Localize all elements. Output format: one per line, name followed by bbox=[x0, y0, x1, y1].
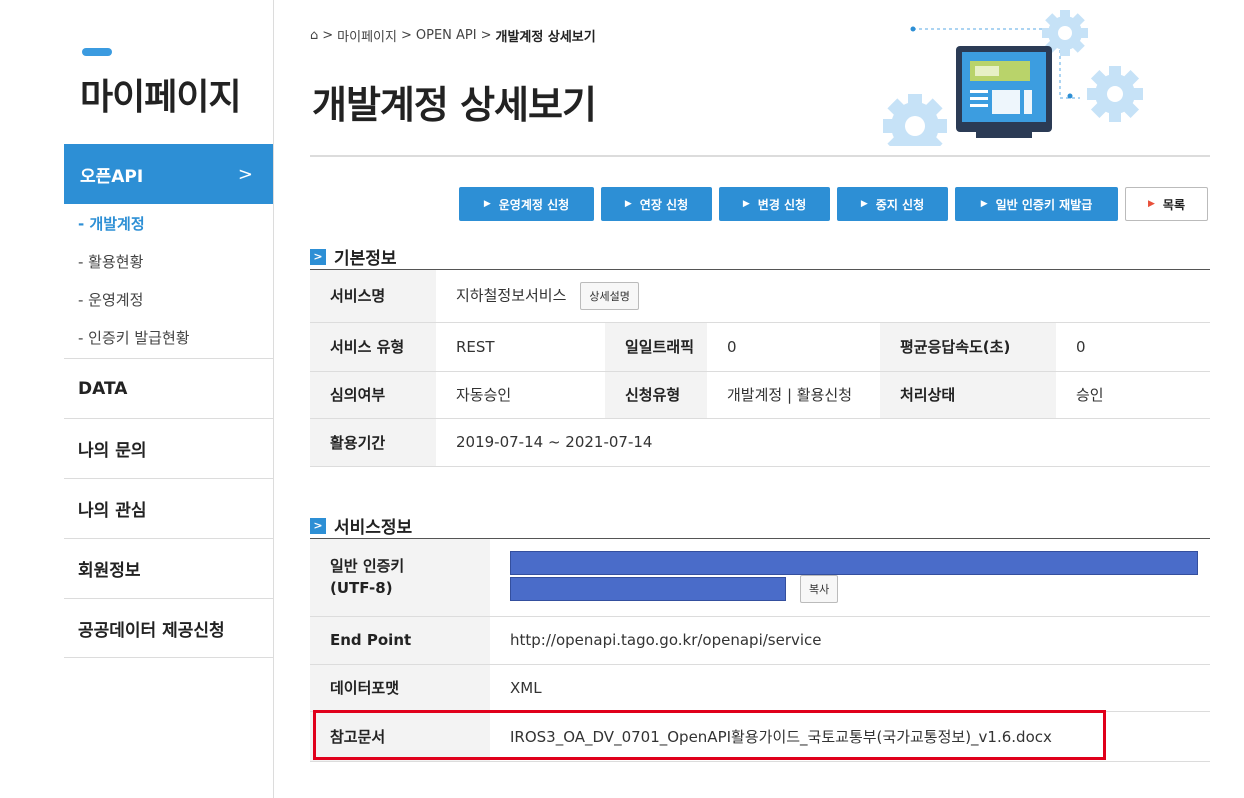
avg-response-label: 평균응답속도(초) bbox=[880, 322, 1056, 372]
section-title: 서비스정보 bbox=[334, 518, 413, 538]
button-label: 목록 bbox=[1162, 197, 1185, 212]
service-name-cell: 지하철정보서비스 상세설명 bbox=[436, 270, 1210, 323]
reissue-key-button[interactable]: ▶ 일반 인증키 재발급 bbox=[955, 187, 1118, 221]
breadcrumb-item-mypage[interactable]: 마이페이지 bbox=[337, 26, 397, 45]
header-divider bbox=[310, 155, 1210, 157]
breadcrumb-item-open-api[interactable]: OPEN API bbox=[416, 28, 477, 43]
sidebar-subitem-dev-account[interactable]: - 개발계정 bbox=[78, 213, 145, 234]
request-type-value: 개발계정 | 활용신청 bbox=[707, 371, 880, 419]
home-icon[interactable]: ⌂ bbox=[310, 28, 318, 43]
service-name-value: 지하철정보서비스 bbox=[456, 286, 567, 305]
auth-key-redacted bbox=[510, 551, 1198, 576]
endpoint-label: End Point bbox=[310, 616, 490, 665]
sidebar-item-label: 오픈API bbox=[80, 166, 144, 187]
button-label: 변경 신청 bbox=[757, 197, 807, 212]
button-label: 운영계정 신청 bbox=[498, 197, 570, 212]
chevron-right-icon: > bbox=[310, 248, 326, 265]
review-value: 자동승인 bbox=[436, 371, 605, 419]
daily-traffic-label: 일일트래픽 bbox=[605, 322, 707, 372]
table-row: End Point http://openapi.tago.go.kr/open… bbox=[310, 616, 1210, 665]
auth-key-label-line2: (UTF-8) bbox=[330, 579, 393, 598]
apply-operation-button[interactable]: ▶ 운영계정 신청 bbox=[459, 187, 594, 221]
sidebar-item-my-inquiry[interactable]: 나의 문의 bbox=[64, 418, 273, 478]
table-row: 심의여부 자동승인 신청유형 개발계정 | 활용신청 처리상태 승인 bbox=[310, 371, 1210, 419]
breadcrumb-item-current: 개발계정 상세보기 bbox=[495, 30, 596, 45]
triangle-right-icon: ▶ bbox=[980, 199, 988, 209]
triangle-right-icon: ▶ bbox=[860, 199, 868, 209]
sidebar-title: 마이페이지 bbox=[80, 77, 242, 118]
avg-response-value: 0 bbox=[1056, 322, 1210, 372]
section-title: 기본정보 bbox=[334, 249, 397, 269]
sidebar-subitem-usage[interactable]: - 활용현황 bbox=[78, 251, 143, 272]
triangle-right-icon: ▶ bbox=[742, 199, 750, 209]
apply-change-button[interactable]: ▶ 변경 신청 bbox=[719, 187, 830, 221]
service-name-label: 서비스명 bbox=[310, 270, 436, 323]
sidebar-item-member-info[interactable]: 회원정보 bbox=[64, 538, 273, 598]
breadcrumb: ⌂ > 마이페이지 > OPEN API > 개발계정 상세보기 bbox=[310, 26, 596, 45]
data-format-label: 데이터포맷 bbox=[310, 664, 490, 712]
endpoint-value: http://openapi.tago.go.kr/openapi/servic… bbox=[490, 616, 1210, 665]
triangle-right-icon: ▶ bbox=[483, 199, 491, 209]
sidebar-item-my-interest[interactable]: 나의 관심 bbox=[64, 478, 273, 538]
chevron-right-icon: > bbox=[237, 163, 253, 185]
daily-traffic-value: 0 bbox=[707, 322, 880, 372]
auth-key-label: 일반 인증키 (UTF-8) bbox=[310, 539, 490, 617]
page-title: 개발계정 상세보기 bbox=[312, 83, 597, 127]
request-type-label: 신청유형 bbox=[605, 371, 707, 419]
breadcrumb-separator: > bbox=[480, 28, 492, 43]
chevron-right-icon: > bbox=[310, 517, 326, 534]
table-row: 데이터포맷 XML bbox=[310, 664, 1210, 712]
breadcrumb-separator: > bbox=[322, 28, 334, 43]
service-type-value: REST bbox=[436, 322, 605, 372]
triangle-right-icon: ▶ bbox=[624, 199, 632, 209]
table-row: 서비스명 지하철정보서비스 상세설명 bbox=[310, 270, 1210, 323]
list-button[interactable]: ▶ 목록 bbox=[1125, 187, 1208, 221]
auth-key-redacted bbox=[510, 577, 786, 602]
service-info-heading: > 서비스정보 bbox=[310, 513, 412, 538]
title-accent-bar bbox=[82, 48, 112, 56]
period-value: 2019-07-14 ~ 2021-07-14 bbox=[436, 418, 1210, 467]
sidebar-item-data-request[interactable]: 공공데이터 제공신청 bbox=[64, 598, 273, 658]
sidebar: 마이페이지 오픈API > - 개발계정 - 활용현황 - 운영계정 - 인증키… bbox=[0, 0, 274, 798]
sidebar-item-open-api[interactable]: 오픈API > bbox=[64, 144, 273, 204]
monitor-gears-illustration bbox=[883, 10, 1143, 146]
auth-key-cell: 복사 bbox=[490, 539, 1210, 617]
data-format-value: XML bbox=[490, 664, 1210, 712]
copy-button[interactable]: 복사 bbox=[800, 575, 839, 604]
button-label: 연장 신청 bbox=[639, 197, 689, 212]
highlight-annotation bbox=[313, 710, 1106, 760]
apply-extension-button[interactable]: ▶ 연장 신청 bbox=[601, 187, 712, 221]
button-label: 중지 신청 bbox=[875, 197, 925, 212]
basic-info-heading: > 기본정보 bbox=[310, 244, 397, 269]
basic-info-table: 서비스명 지하철정보서비스 상세설명 서비스 유형 REST 일일트래픽 0 평균… bbox=[310, 270, 1210, 467]
detail-button[interactable]: 상세설명 bbox=[580, 281, 639, 310]
table-row: 서비스 유형 REST 일일트래픽 0 평균응답속도(초) 0 bbox=[310, 322, 1210, 372]
breadcrumb-separator: > bbox=[400, 28, 412, 43]
sidebar-subitem-key-status[interactable]: - 인증키 발급현황 bbox=[78, 327, 190, 348]
table-row: 활용기간 2019-07-14 ~ 2021-07-14 bbox=[310, 418, 1210, 467]
sidebar-subitem-operation-account[interactable]: - 운영계정 bbox=[78, 289, 143, 310]
table-row: 일반 인증키 (UTF-8) 복사 bbox=[310, 539, 1210, 617]
auth-key-label-line1: 일반 인증키 bbox=[330, 557, 405, 576]
triangle-right-icon: ▶ bbox=[1147, 199, 1155, 209]
review-label: 심의여부 bbox=[310, 371, 436, 419]
period-label: 활용기간 bbox=[310, 418, 436, 467]
status-label: 처리상태 bbox=[880, 371, 1056, 419]
status-value: 승인 bbox=[1056, 371, 1210, 419]
button-label: 일반 인증키 재발급 bbox=[995, 197, 1093, 212]
sidebar-item-data[interactable]: DATA bbox=[64, 358, 273, 418]
apply-stop-button[interactable]: ▶ 중지 신청 bbox=[837, 187, 948, 221]
service-type-label: 서비스 유형 bbox=[310, 322, 436, 372]
